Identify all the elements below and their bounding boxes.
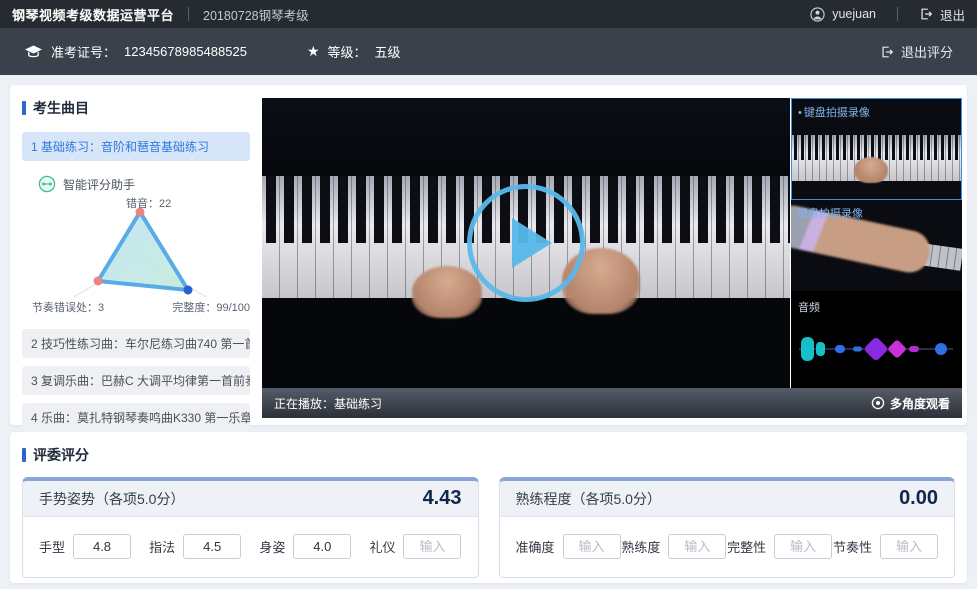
field-etiquette: 礼仪 [369,534,461,559]
graduation-cap-icon [24,44,43,60]
video-status-bar: 正在播放：基础练习 多角度观看 [262,388,962,418]
score-input[interactable] [73,534,131,559]
field-label: 完整性 [727,537,766,556]
sub-navbar: 准考证号： 12345678985488525 ★ 等级： 五级 退出评分 [0,28,977,75]
field-label: 礼仪 [369,537,395,556]
field-proficiency: 熟练度 [621,534,726,559]
score-input[interactable] [183,534,241,559]
field-label: 身姿 [259,537,285,556]
exit-scoring-icon [880,45,894,59]
radar-chart: 错音：22 节奏错误处：3 完整度：99/100 [22,195,250,317]
multi-angle-label: 多角度观看 [890,395,950,412]
app-title: 钢琴视频考级数据运营平台 [12,5,174,24]
now-playing-text: 正在播放：基础练习 [274,395,382,412]
field-rhythm: 节奏性 [833,534,938,559]
track-item-1[interactable]: 1 基础练习：音阶和琶音基础练习 [22,132,250,161]
candidate-tracks-panel: 考生曲目 1 基础练习：音阶和琶音基础练习 智能评分助手 [22,98,250,432]
panel-title: 考生曲目 [22,98,250,118]
video-region: 键盘拍摄录像 键盘拍摄录像 音频 [262,98,962,418]
judge-scoring-section: 评委评分 手势姿势（各项5.0分） 4.43 手型 指法 身姿 [10,432,967,583]
username: yuejuan [832,7,876,21]
audio-panel[interactable]: 音频 [791,291,962,388]
audio-waveform [795,331,957,367]
field-accuracy: 准确度 [516,534,621,559]
user-icon [810,7,825,22]
radar-label-completeness: 完整度：99/100 [172,299,250,315]
session-name: 20180728钢琴考级 [203,5,309,24]
card-title: 熟练程度（各项5.0分） [516,489,661,509]
exit-scoring-label: 退出评分 [901,42,953,61]
field-label: 准确度 [516,537,555,556]
track-item-2[interactable]: 2 技巧性练习曲：车尔尼练习曲740 第一首 [22,329,250,358]
field-label: 指法 [149,537,175,556]
score-input[interactable] [563,534,621,559]
level-value: 五级 [375,42,401,61]
multi-angle-button[interactable]: 多角度观看 [871,395,950,412]
exam-main-card: 考生曲目 1 基础练习：音阶和琶音基础练习 智能评分助手 [10,85,967,425]
field-fingering: 指法 [149,534,241,559]
panel-title-text: 考生曲目 [33,98,89,118]
level-label: 等级： [328,42,367,61]
ticket-label: 准考证号： [51,42,116,61]
score-input[interactable] [403,534,461,559]
field-label: 熟练度 [621,537,660,556]
field-label: 节奏性 [833,537,872,556]
scoring-title: 评委评分 [22,445,955,465]
title-accent-bar [22,101,26,115]
gesture-posture-card: 手势姿势（各项5.0分） 4.43 手型 指法 身姿 礼仪 [22,477,479,578]
camera-strip: 键盘拍摄录像 键盘拍摄录像 音频 [791,98,962,388]
title-accent-bar [22,448,26,462]
radar-label-wrong-notes: 错音：22 [126,195,171,211]
score-input[interactable] [880,534,938,559]
play-icon [512,218,552,268]
play-button[interactable] [467,184,585,302]
top-navbar: 钢琴视频考级数据运营平台 20180728钢琴考级 yuejuan 退出 [0,0,977,28]
star-icon: ★ [307,43,320,60]
assistant-label: 智能评分助手 [63,176,135,193]
camera-1-hand [854,157,888,183]
exit-scoring-button[interactable]: 退出评分 [880,42,953,61]
field-label: 手型 [39,537,65,556]
multi-angle-icon [871,396,885,410]
camera-2-label: 键盘拍摄录像 [797,205,863,221]
radar-label-rhythm-errors: 节奏错误处：3 [32,299,104,315]
field-hand-shape: 手型 [39,534,131,559]
audio-label: 音频 [798,299,820,315]
logout-icon[interactable] [919,7,933,21]
scoring-title-text: 评委评分 [33,445,89,465]
field-completeness: 完整性 [727,534,832,559]
main-video-player[interactable] [262,98,790,388]
track-item-3[interactable]: 3 复调乐曲：巴赫C 大调平均律第一首前奏曲 [22,366,250,395]
smart-scoring-assistant: 智能评分助手 [38,175,250,193]
level-group: ★ 等级： 五级 [307,42,401,61]
field-posture: 身姿 [259,534,351,559]
assistant-icon [38,175,56,193]
card-total-score: 4.43 [423,487,462,510]
score-input[interactable] [668,534,726,559]
logout-button[interactable]: 退出 [940,5,965,24]
camera-view-2[interactable]: 键盘拍摄录像 [791,200,962,291]
ticket-group: 准考证号： 12345678985488525 [24,42,247,61]
camera-view-1[interactable]: 键盘拍摄录像 [791,98,962,200]
proficiency-card: 熟练程度（各项5.0分） 0.00 准确度 熟练度 完整性 节奏性 [499,477,956,578]
ticket-number: 12345678985488525 [124,44,247,59]
divider [897,7,898,21]
track-item-4[interactable]: 4 乐曲：莫扎特钢琴奏鸣曲K330 第一乐章 [22,403,250,432]
card-title: 手势姿势（各项5.0分） [39,489,184,509]
score-input[interactable] [774,534,832,559]
camera-1-label: 键盘拍摄录像 [798,104,870,120]
pianist-left-hand [412,266,482,318]
score-input[interactable] [293,534,351,559]
card-total-score: 0.00 [899,487,938,510]
divider [188,7,189,21]
